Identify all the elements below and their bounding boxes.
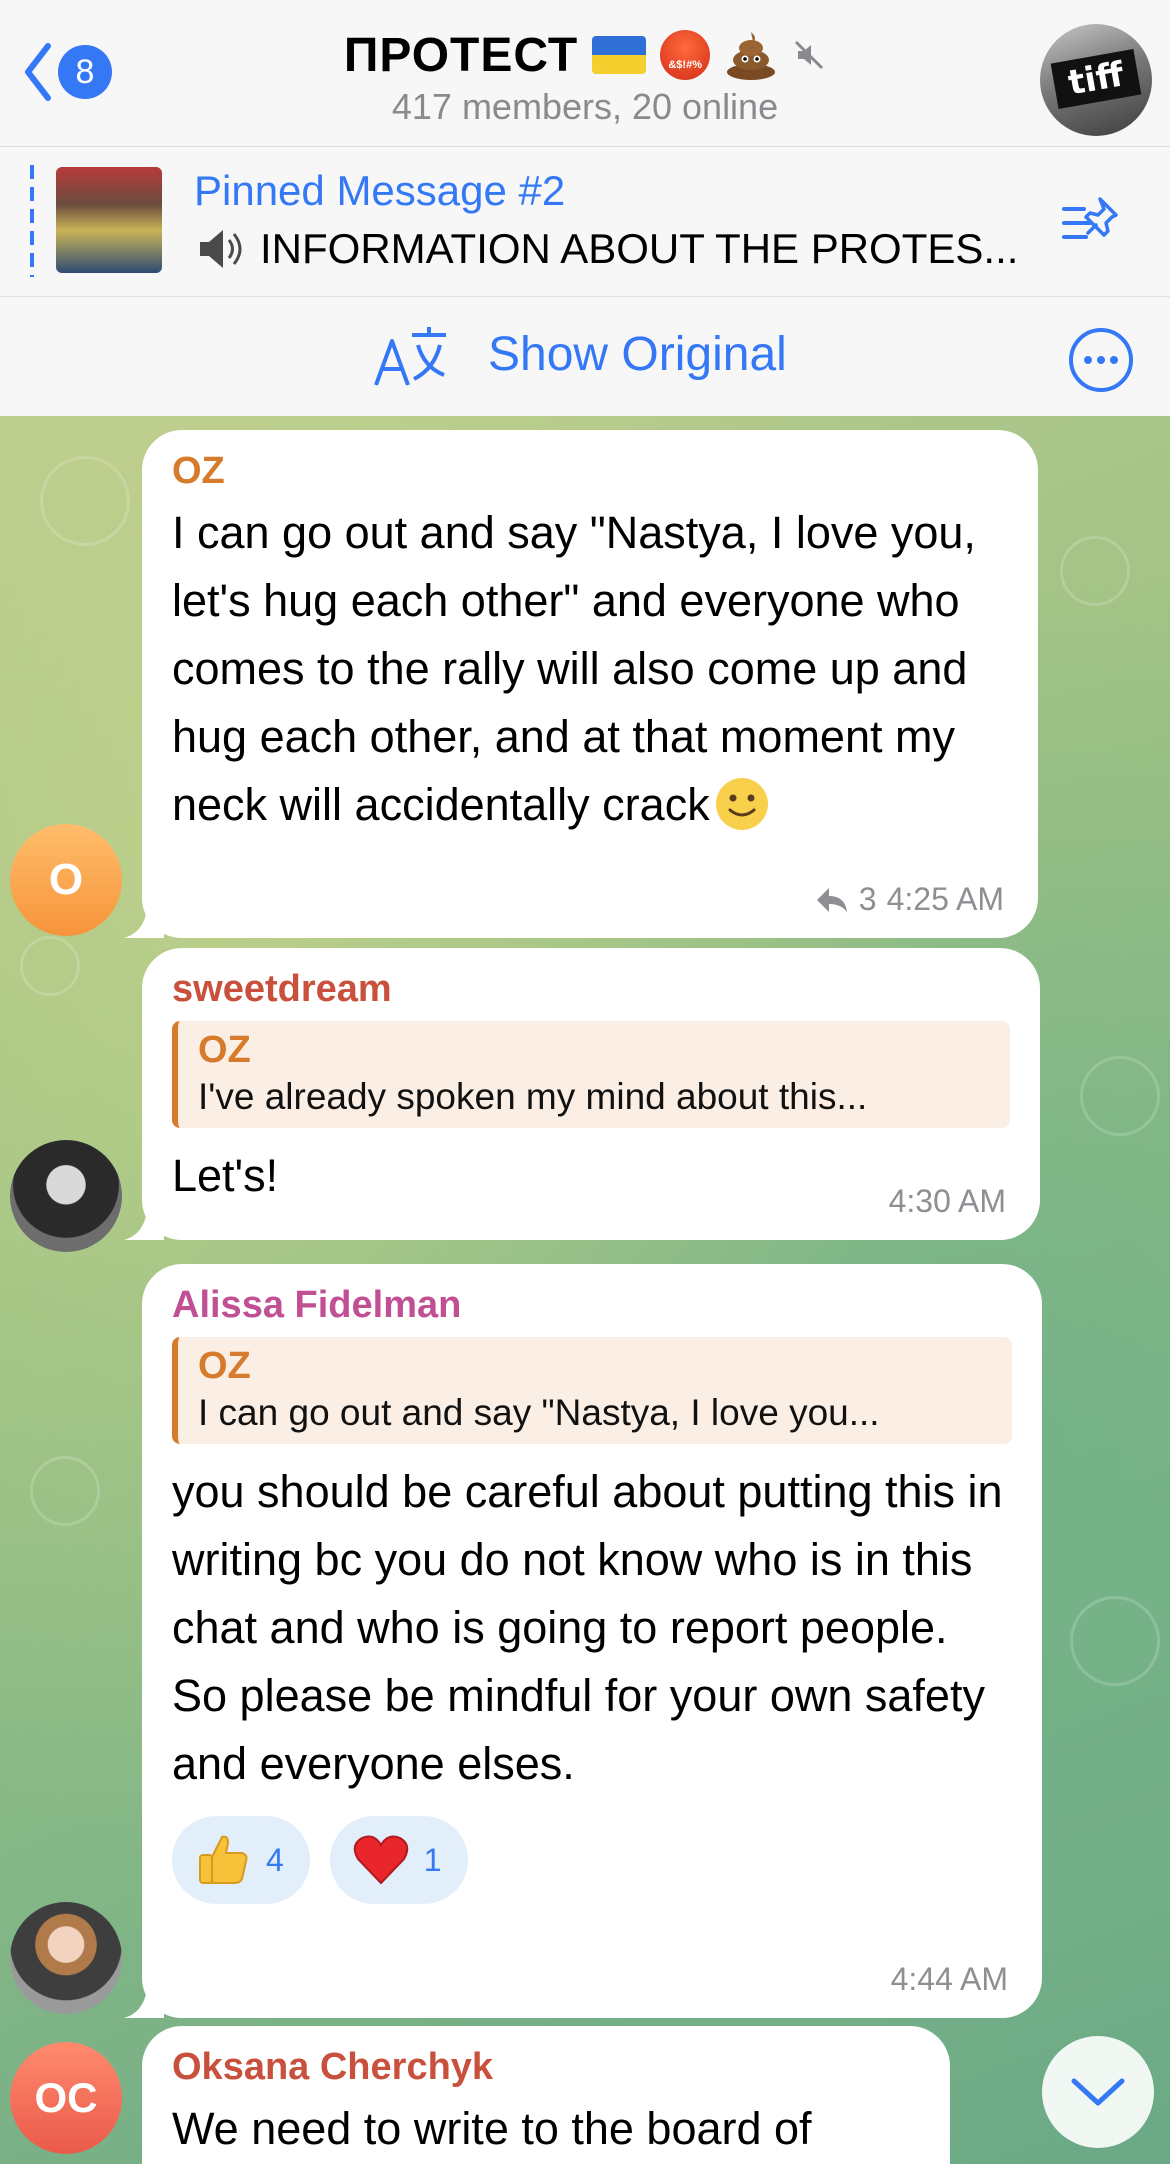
message-time: 4:44 AM — [890, 1961, 1008, 1997]
pinned-title: Pinned Message #2 — [194, 167, 566, 214]
bubble-tail — [124, 1982, 164, 2018]
reaction-heart[interactable]: 1 — [329, 1816, 468, 1904]
avatar[interactable] — [10, 1902, 122, 2014]
chat-header: 8 ПРОТЕСТ &$!#% 417 members, 20 online t… — [0, 0, 1170, 146]
pin-list-icon[interactable] — [1060, 195, 1124, 251]
avatar-initials: O — [48, 855, 84, 904]
back-button[interactable]: 8 — [22, 42, 112, 102]
bubble-tail — [124, 1204, 164, 1240]
chat-area[interactable]: OZ I can go out and say "Nastya, I love … — [0, 416, 1170, 2164]
reply-arrow-icon — [816, 887, 847, 912]
poo-icon — [727, 32, 776, 80]
reaction-count: 1 — [423, 1841, 442, 1878]
message-text: I can go out and say "Nastya, I love you… — [172, 499, 1008, 839]
show-original-button[interactable]: Show Original — [488, 327, 787, 382]
background-doodle — [1080, 1056, 1160, 1136]
avatar[interactable] — [10, 1140, 122, 1252]
background-doodle — [30, 1456, 100, 1526]
chat-avatar[interactable]: tiff — [1040, 24, 1152, 136]
avatar[interactable]: O — [10, 824, 122, 936]
message-text: We need to write to the board of — [172, 2103, 812, 2154]
reactions: 4 1 — [172, 1816, 1012, 1904]
message-body: I can go out and say "Nastya, I love you… — [172, 507, 976, 830]
reply-count: 3 — [858, 881, 877, 917]
translate-icon — [374, 327, 446, 386]
chat-title-area[interactable]: ПРОТЕСТ &$!#% 417 members, 20 online — [200, 26, 970, 128]
avatar-banner: tiff — [1050, 49, 1142, 109]
reply-preview: I can go out and say "Nastya, I love you… — [198, 1392, 880, 1433]
message-bubble[interactable]: Alissa Fidelman OZ I can go out and say … — [124, 1264, 1042, 2018]
background-doodle — [20, 936, 80, 996]
reply-quote[interactable]: OZ I can go out and say "Nastya, I love … — [172, 1337, 1012, 1444]
pinned-text: INFORMATION ABOUT THE PROTES... — [260, 225, 1019, 272]
message-text: Let's! — [172, 1150, 279, 1201]
reply-sender: OZ — [198, 1029, 251, 1071]
message-sender: Oksana Cherchyk — [172, 2046, 494, 2088]
cursing-face-icon: &$!#% — [660, 30, 711, 80]
cursing-symbols: &$!#% — [668, 59, 702, 71]
message-sender: OZ — [172, 450, 225, 492]
reaction-thumbs-up[interactable]: 4 — [172, 1816, 310, 1904]
pinned-preview: INFORMATION ABOUT THE PROTES... — [194, 225, 1054, 273]
chevron-left-icon — [25, 43, 51, 101]
background-doodle — [40, 456, 130, 546]
slightly-smiling-face-icon — [715, 778, 768, 830]
chat-title: ПРОТЕСТ — [343, 28, 579, 82]
scroll-to-bottom-button[interactable] — [1042, 2036, 1154, 2148]
unread-badge: 8 — [58, 45, 112, 99]
message-bubble[interactable]: OZ I can go out and say "Nastya, I love … — [124, 430, 1038, 938]
message-sender: sweetdream — [172, 968, 392, 1010]
heart-icon — [353, 1835, 408, 1885]
background-doodle — [1060, 536, 1130, 606]
avatar[interactable]: OC — [10, 2042, 122, 2154]
background-doodle — [1070, 1596, 1160, 1686]
pinned-thumbnail — [56, 167, 162, 273]
reply-sender: OZ — [198, 1345, 251, 1387]
chevron-down-icon — [1071, 2078, 1125, 2106]
bubble-tail — [124, 902, 164, 938]
thumbs-up-icon — [199, 1835, 248, 1884]
message-meta: 4:30 AM — [889, 1183, 1006, 1220]
message-meta: 4:44 AM — [891, 1961, 1008, 1998]
message-time: 4:25 AM — [886, 881, 1004, 917]
message-meta: 3 4:25 AM — [815, 881, 1004, 918]
pinned-indicator — [30, 165, 34, 277]
muted-icon — [795, 40, 824, 70]
reply-quote[interactable]: OZ I've already spoken my mind about thi… — [172, 1021, 1010, 1128]
reply-preview: I've already spoken my mind about this..… — [198, 1076, 868, 1117]
speaker-icon — [200, 230, 242, 268]
more-options-icon[interactable] — [1068, 327, 1134, 393]
message-text: you should be careful about putting this… — [172, 1466, 1003, 1789]
message-time: 4:30 AM — [888, 1183, 1006, 1219]
message-bubble[interactable]: Oksana Cherchyk We need to write to the … — [142, 2026, 950, 2164]
ukraine-flag-icon — [592, 36, 647, 74]
message-bubble[interactable]: sweetdream OZ I've already spoken my min… — [124, 948, 1040, 1240]
pinned-message-bar[interactable]: Pinned Message #2 INFORMATION ABOUT THE … — [0, 146, 1170, 296]
translate-bar: Show Original — [0, 296, 1170, 416]
reaction-count: 4 — [266, 1841, 284, 1878]
message-sender: Alissa Fidelman — [172, 1284, 462, 1326]
avatar-initials: OC — [34, 2074, 98, 2121]
members-status: 417 members, 20 online — [391, 86, 779, 127]
